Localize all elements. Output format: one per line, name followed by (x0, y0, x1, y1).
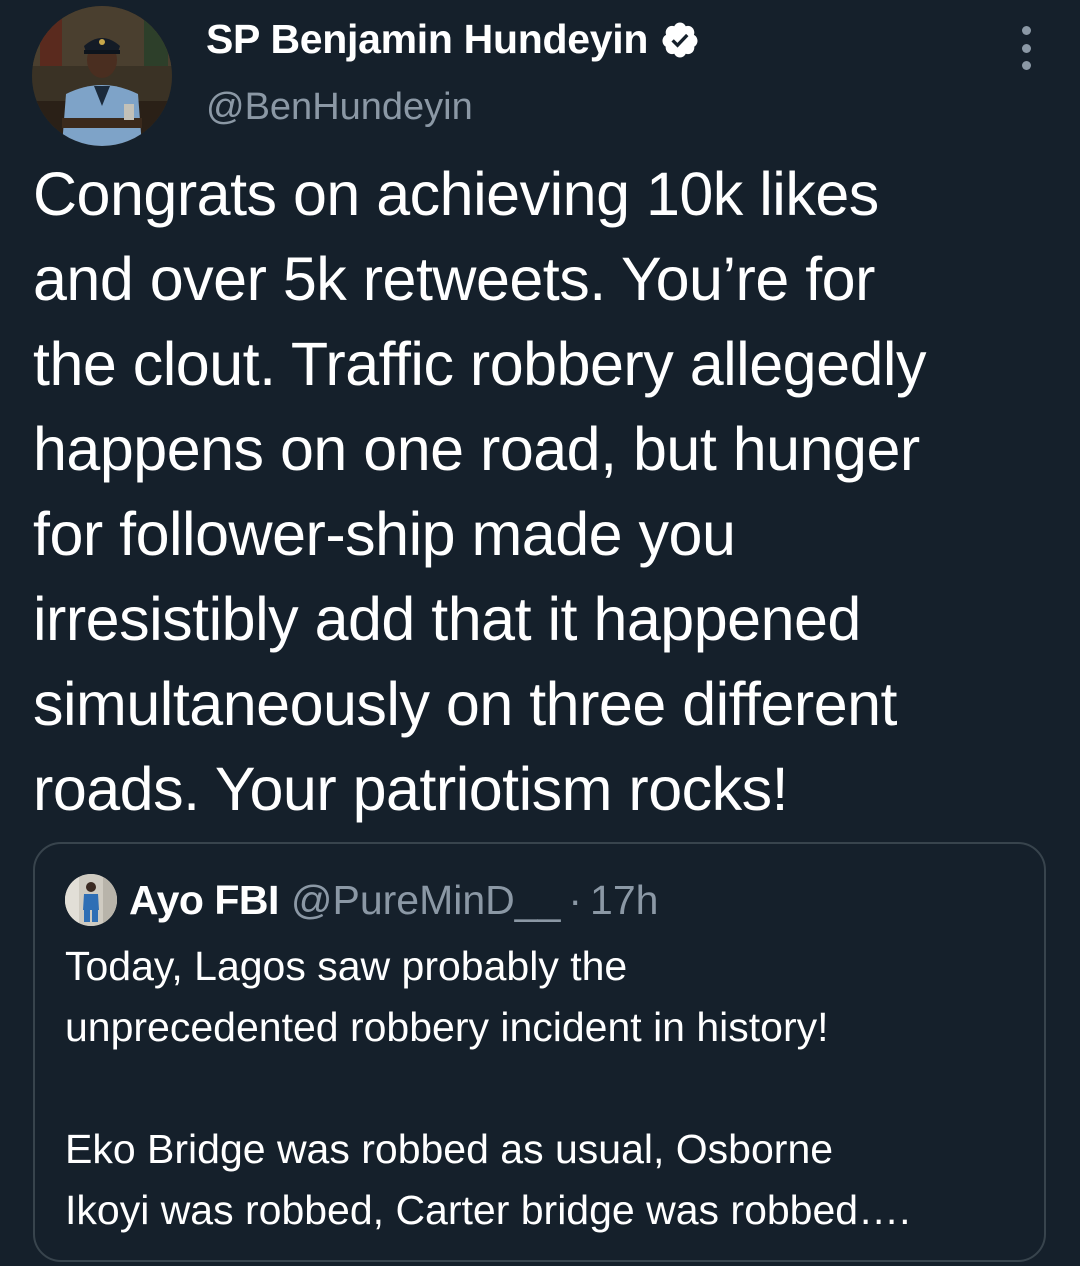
quoted-author-avatar (65, 874, 117, 926)
quoted-author-name: Ayo FBI (129, 876, 279, 923)
tweet-text: Congrats on achieving 10k likes and over… (33, 160, 926, 823)
quoted-tweet-timestamp[interactable]: 17h (590, 877, 658, 924)
tweet: SP Benjamin Hundeyin @BenHundeyin Congra… (0, 0, 1080, 1266)
author-display-name[interactable]: SP Benjamin Hundeyin (206, 16, 700, 63)
quoted-tweet-card[interactable]: Ayo FBI @PureMinD__ · 17h Today, Lagos s… (33, 842, 1046, 1262)
quoted-tweet-header: Ayo FBI @PureMinD__ · 17h (65, 874, 658, 926)
more-options-icon[interactable] (1010, 26, 1042, 70)
author-name-text: SP Benjamin Hundeyin (206, 16, 649, 62)
verified-badge-icon (660, 20, 700, 60)
author-handle[interactable]: @BenHundeyin (206, 86, 473, 129)
separator-dot: · (568, 876, 583, 923)
dot (1021, 26, 1031, 35)
author-avatar[interactable] (32, 6, 172, 146)
dot (1021, 61, 1031, 70)
quoted-author-handle: @PureMinD__ (290, 876, 561, 923)
dot (1021, 43, 1031, 53)
quoted-tweet-text: Today, Lagos saw probably the unpreceden… (65, 943, 911, 1233)
